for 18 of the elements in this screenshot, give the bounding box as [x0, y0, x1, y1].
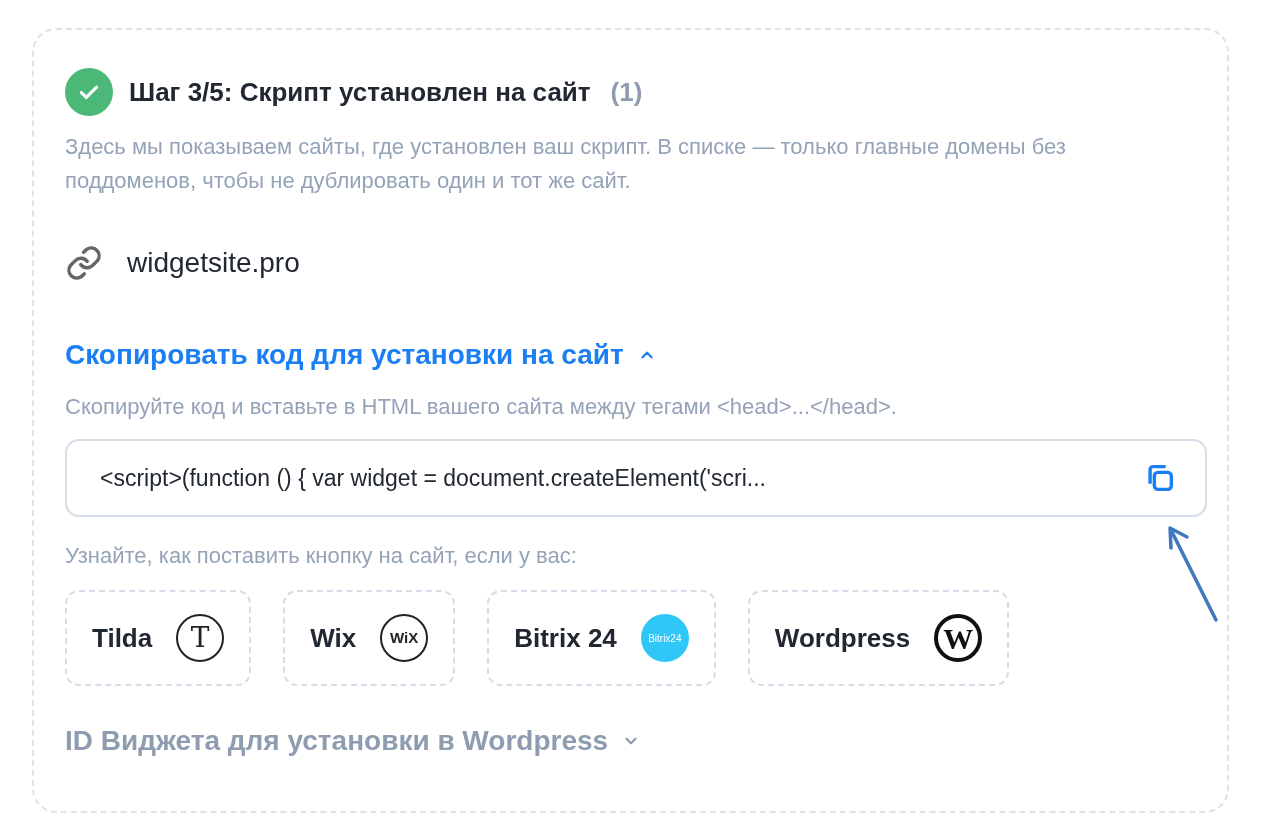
platform-card[interactable]: Tilda T — [65, 590, 252, 686]
copy-hint: Скопируйте код и вставьте в HTML вашего сайта между тегами <head>...</head>. — [65, 393, 898, 421]
platform-card[interactable]: Wix WiX — [283, 590, 456, 686]
step-description: Здесь мы показываем сайты, где установлен ваш скрипт. В списке — только главные домены без поддоменов, чтобы не дублировать один и тот же сайт. — [65, 133, 1067, 195]
platform-logo: W — [934, 614, 983, 662]
step-count: (1) — [610, 75, 643, 109]
platform-card[interactable]: Bitrix 24 Bitrix24 — [487, 590, 716, 686]
copy-code-toggle[interactable]: Скопировать код для установки на сайт — [65, 334, 656, 376]
platforms-hint: Узнайте, как поставить кнопку на сайт, если у вас: — [65, 542, 578, 570]
step-title: Шаг 3/5: Скрипт установлен на сайт — [129, 75, 591, 109]
link-icon — [65, 244, 103, 282]
platform-logo: Bitrix24 — [640, 614, 689, 662]
platform-logo: T — [176, 614, 225, 662]
code-field[interactable]: <script>(function () { var widget = document.createElement('scri... — [65, 439, 1207, 517]
site-domain: widgetsite.pro — [127, 246, 300, 280]
code-text: <script>(function () { var widget = document.createElement('scri... — [100, 463, 767, 493]
platform-logo: WiX — [380, 614, 429, 662]
platform-card[interactable]: Wordpress W — [747, 590, 1010, 686]
